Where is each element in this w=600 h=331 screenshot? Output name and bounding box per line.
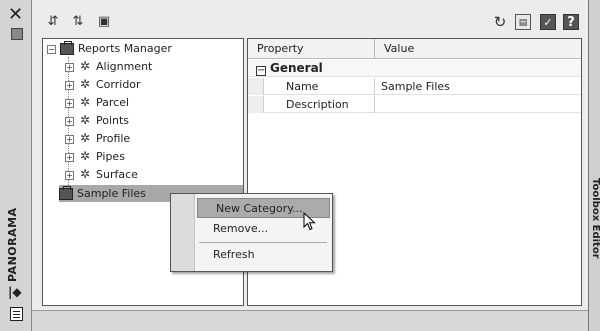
close-icon[interactable]: ✕ [8, 6, 23, 24]
expand-icon[interactable]: + [65, 80, 74, 90]
property-name: Description [264, 96, 375, 113]
gear-icon: ✲ [79, 77, 91, 91]
expand-icon[interactable]: + [65, 152, 74, 162]
gear-icon: ✲ [79, 59, 91, 73]
property-row[interactable]: Description [248, 96, 581, 113]
collapse-group-icon[interactable]: − [256, 66, 266, 76]
expand-icon[interactable]: + [65, 98, 74, 108]
tree-item-points[interactable]: + ✲ Points [65, 112, 129, 129]
tree-root[interactable]: − Reports Manager [47, 40, 172, 57]
value-column-header[interactable]: Value [375, 39, 581, 59]
tree-item-label: Parcel [96, 96, 130, 109]
row-gutter [248, 78, 264, 95]
status-bar [32, 310, 588, 331]
properties-icon[interactable] [10, 307, 23, 321]
tree-item-pipes[interactable]: + ✲ Pipes [65, 148, 125, 165]
gear-icon: ✲ [79, 131, 91, 145]
expand-icon[interactable]: + [65, 116, 74, 126]
tab-toolbox-editor[interactable]: Toolbox Editor [590, 178, 600, 259]
reports-manager-icon [59, 186, 73, 200]
property-value[interactable]: Sample Files [375, 78, 581, 95]
tree-item-profile[interactable]: + ✲ Profile [65, 130, 130, 147]
property-group-label: General [270, 61, 323, 75]
expand-icon[interactable]: + [65, 170, 74, 180]
palette-tab-strip [588, 0, 600, 331]
menu-icon-gutter [171, 194, 195, 271]
expand-tree-icon[interactable]: ⇵ [45, 14, 61, 30]
auto-hide-icon[interactable]: |◆ [8, 285, 22, 299]
tree-item-label: Sample Files [77, 187, 146, 200]
gear-icon: ✲ [79, 95, 91, 109]
tree-root-label: Reports Manager [78, 42, 172, 55]
context-menu: New Category... Remove... Refresh [170, 193, 333, 272]
tree-item-label: Alignment [96, 60, 153, 73]
tree-item-surface[interactable]: + ✲ Surface [65, 166, 138, 183]
reports-manager-toolbar-icon[interactable]: ▣ [96, 14, 112, 30]
property-group-row[interactable]: General [248, 60, 581, 77]
expand-icon[interactable]: + [65, 134, 74, 144]
collapse-icon[interactable]: − [47, 44, 56, 54]
tree-item-label: Points [96, 114, 130, 127]
gear-icon: ✲ [79, 113, 91, 127]
tree-item-parcel[interactable]: + ✲ Parcel [65, 94, 129, 111]
tree-item-label: Pipes [96, 150, 125, 163]
tree-item-alignment[interactable]: + ✲ Alignment [65, 58, 152, 75]
property-column-header[interactable]: Property [248, 39, 375, 59]
gear-icon: ✲ [79, 149, 91, 163]
collapse-tree-icon[interactable]: ⇅ [70, 14, 86, 30]
gear-icon: ✲ [79, 167, 91, 181]
palette-options-icon[interactable] [11, 28, 23, 40]
mouse-pointer-icon [303, 212, 316, 231]
property-name: Name [264, 78, 375, 95]
refresh-icon[interactable]: ↻ [492, 14, 508, 30]
tree-item-label: Surface [96, 168, 138, 181]
menu-separator [199, 242, 327, 243]
expand-icon[interactable]: + [65, 62, 74, 72]
save-icon[interactable]: ▤ [515, 14, 531, 30]
row-gutter [248, 96, 264, 113]
tree-item-label: Corridor [96, 78, 141, 91]
check-icon[interactable]: ✓ [540, 14, 556, 30]
tree-item-corridor[interactable]: + ✲ Corridor [65, 76, 141, 93]
palette-title: PANORAMA [6, 207, 19, 283]
help-icon[interactable]: ? [563, 14, 579, 30]
reports-manager-icon [60, 41, 74, 55]
property-value[interactable] [375, 96, 581, 113]
menu-item-refresh[interactable]: Refresh [195, 245, 328, 265]
tree-item-label: Profile [96, 132, 131, 145]
property-row[interactable]: Name Sample Files [248, 78, 581, 95]
